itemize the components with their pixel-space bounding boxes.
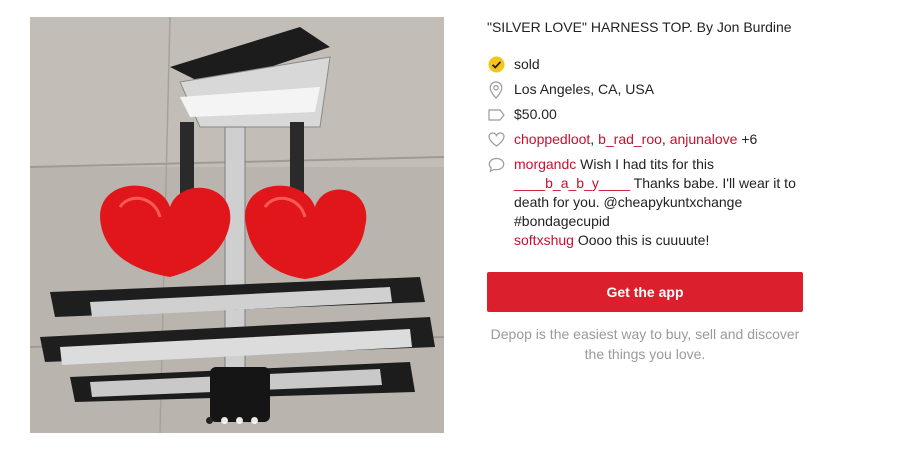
gallery-dots xyxy=(206,417,258,424)
comment-user-link[interactable]: morgandc xyxy=(514,156,576,172)
comment: softxshug Oooo this is cuuuute! xyxy=(514,231,807,250)
price-row: $50.00 xyxy=(487,105,807,124)
comments-list: morgandc Wish I had tits for this ____b_… xyxy=(514,155,807,250)
speech-bubble-icon xyxy=(487,155,505,174)
comment-user-link[interactable]: softxshug xyxy=(514,232,574,248)
comment: morgandc Wish I had tits for this xyxy=(514,155,807,174)
price-tag-icon xyxy=(487,105,505,124)
gallery-dot[interactable] xyxy=(251,417,258,424)
location-pin-icon xyxy=(487,80,505,99)
check-circle-icon xyxy=(487,55,505,74)
listing-info: "SILVER LOVE" HARNESS TOP. By Jon Burdin… xyxy=(487,17,807,256)
comment-text: Oooo this is cuuuute! xyxy=(573,232,710,248)
gallery-dot[interactable] xyxy=(236,417,243,424)
comment-user-link[interactable]: ____b_a_b_y____ xyxy=(514,175,630,191)
heart-icon[interactable] xyxy=(487,130,505,149)
comment-text: Wish I had tits for this xyxy=(576,156,714,172)
like-user-link[interactable]: anjunalove xyxy=(670,131,738,147)
comments-row: morgandc Wish I had tits for this ____b_… xyxy=(487,155,807,250)
gallery-dot[interactable] xyxy=(221,417,228,424)
get-the-app-button[interactable]: Get the app xyxy=(487,272,803,312)
like-user-link[interactable]: choppedloot xyxy=(514,131,590,147)
tagline: Depop is the easiest way to buy, sell an… xyxy=(490,326,800,362)
status-text: sold xyxy=(514,56,540,72)
product-photo[interactable] xyxy=(30,17,444,433)
location-row: Los Angeles, CA, USA xyxy=(487,80,807,99)
likes-more[interactable]: +6 xyxy=(741,131,757,147)
price-text: $50.00 xyxy=(514,106,557,122)
likes-list: choppedloot, b_rad_roo, anjunalove +6 xyxy=(514,131,758,147)
like-user-link[interactable]: b_rad_roo xyxy=(598,131,662,147)
likes-row: choppedloot, b_rad_roo, anjunalove +6 xyxy=(487,130,807,149)
gallery-dot[interactable] xyxy=(206,417,213,424)
listing-title: "SILVER LOVE" HARNESS TOP. By Jon Burdin… xyxy=(487,19,792,35)
harness-top-image xyxy=(30,17,444,433)
location-text: Los Angeles, CA, USA xyxy=(514,81,655,97)
comment: ____b_a_b_y____ Thanks babe. I'll wear i… xyxy=(514,174,807,231)
status-row: sold xyxy=(487,55,807,74)
